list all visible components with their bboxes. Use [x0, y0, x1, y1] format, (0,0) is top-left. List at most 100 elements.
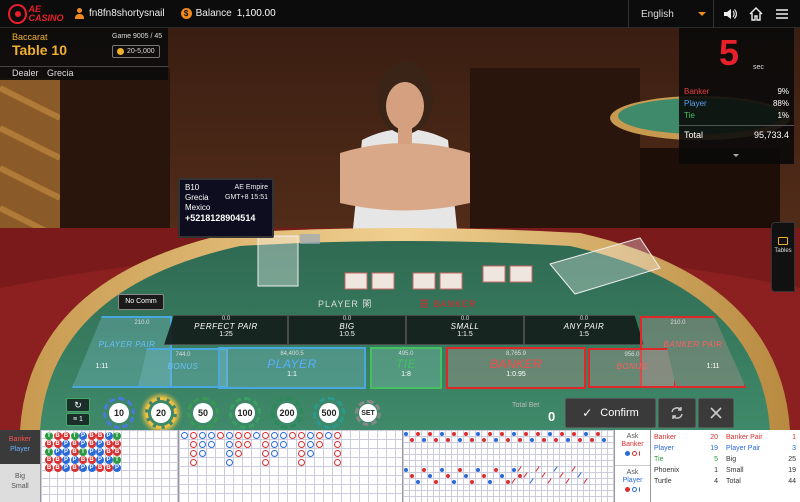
- count-label: Player: [654, 445, 674, 452]
- chip-100[interactable]: 100: [229, 397, 261, 429]
- big-road-player-mark: [199, 450, 206, 457]
- legend-banker: Banker: [8, 436, 32, 443]
- ask-banker-line1: Ask: [626, 433, 639, 440]
- count-label: Big: [726, 456, 737, 463]
- chip-500[interactable]: 500: [313, 397, 345, 429]
- small-road-mark: [530, 438, 534, 442]
- chip-value: 200: [277, 403, 297, 423]
- banker-bonus-bet[interactable]: 956.0 BONUS: [588, 348, 676, 388]
- small-road-mark: [584, 432, 588, 436]
- indicator-slash: [639, 451, 640, 456]
- counts-left: Banker 20 Player 19 Tie 5 Phoenix 1 Turtle 4: [651, 434, 721, 489]
- small-road-mark: [500, 432, 504, 436]
- big-road-banker-mark: [262, 450, 269, 457]
- username: fn8fn8shortysnail: [89, 8, 165, 19]
- player-side-label: PLAYER 閑: [318, 299, 373, 309]
- chip-20[interactable]: 20: [145, 397, 177, 429]
- indicator-ring: [632, 487, 637, 492]
- count-value: 19: [710, 445, 718, 452]
- bead-banker: B: [53, 432, 62, 440]
- small-road-mark: [476, 432, 480, 436]
- perfect-pair-bet[interactable]: 0.0 PERFECT PAIR 1:25: [164, 315, 288, 345]
- close-icon: [710, 407, 722, 419]
- home-icon[interactable]: [748, 6, 764, 22]
- bet-name: PERFECT PAIR: [194, 322, 258, 331]
- logo-mark: [8, 3, 27, 24]
- big-road-player-mark: [253, 432, 260, 439]
- small-road-mark: [404, 432, 408, 436]
- bead-banker: B: [104, 464, 113, 472]
- undo-button[interactable]: ↻: [66, 398, 90, 412]
- count-player: Player 19: [651, 445, 721, 456]
- dollar-coin-icon: $: [180, 8, 192, 19]
- big-road: [178, 430, 402, 502]
- big-road-player-mark: [226, 432, 233, 439]
- big-road-banker-mark: [190, 432, 197, 439]
- small-road-mark: [518, 438, 522, 442]
- big-eye-road-mark: [470, 480, 474, 484]
- expand-stats-icon[interactable]: [733, 154, 739, 157]
- bet-limit-button[interactable]: 20-5,000: [112, 45, 160, 58]
- big-road-banker-mark: [334, 432, 341, 439]
- big-road-banker-mark: [244, 441, 251, 448]
- bet-odds: 1:1: [287, 371, 297, 378]
- small-bet[interactable]: 0.0 SMALL 1:1.5: [406, 315, 524, 345]
- cancel-bet-button[interactable]: [698, 398, 734, 428]
- big-eye-road-mark: [476, 468, 480, 472]
- bet-name: BANKER: [489, 357, 543, 371]
- count-small: Small 19: [723, 467, 799, 478]
- stat-total-value: 95,733.4: [753, 130, 789, 140]
- menu-icon[interactable]: [774, 6, 790, 22]
- confirm-button[interactable]: ✓ Confirm: [565, 398, 656, 428]
- chip-set[interactable]: SET: [355, 400, 381, 426]
- bead-tie: T: [70, 432, 79, 440]
- stat-total: Total 95,733.4: [679, 125, 794, 141]
- ask-player-button[interactable]: Ask Player: [615, 466, 650, 502]
- big-road-player-mark: [280, 441, 287, 448]
- bead-player: P: [79, 464, 87, 472]
- big-eye-road-mark: [506, 480, 510, 484]
- count-label: Banker: [654, 434, 677, 441]
- language-select[interactable]: English: [628, 0, 714, 28]
- cockroach-road-mark: [565, 478, 570, 484]
- chip-200[interactable]: 200: [271, 397, 303, 429]
- bet-name: BIG: [339, 322, 355, 331]
- bet-odds: 1:1.5: [457, 331, 473, 338]
- no-commission-toggle[interactable]: No Comm: [118, 294, 164, 310]
- repeat-bet-button[interactable]: [658, 398, 696, 428]
- small-road-mark: [602, 438, 606, 442]
- player-bonus-bet[interactable]: 744.0 BONUS: [138, 348, 228, 388]
- chip-50[interactable]: 50: [187, 397, 219, 429]
- bead-banker: B: [70, 448, 79, 456]
- bet-stats: Banker 9% Player 88% Tie 1% Total 95,733…: [679, 86, 794, 141]
- bead-banker: B: [70, 464, 79, 472]
- player-bet[interactable]: 84,400.5 PLAYER 1:1: [218, 347, 366, 389]
- small-road-mark: [482, 438, 486, 442]
- big-road-player-mark: [208, 432, 215, 439]
- big-road-player-mark: [280, 432, 287, 439]
- small-road-mark: [506, 438, 510, 442]
- bet-name: TIE: [395, 357, 417, 371]
- banker-bet[interactable]: 8,765.9 BANKER 1:0.95: [446, 347, 586, 389]
- small-road-mark: [542, 438, 546, 442]
- chip-10[interactable]: 10: [103, 397, 135, 429]
- big-eye-road-mark: [458, 468, 462, 472]
- ask-banker-button[interactable]: Ask Banker: [615, 430, 650, 466]
- indicator-dot: [625, 451, 630, 456]
- chip-count-button[interactable]: ≡ 1: [66, 413, 90, 426]
- chip-value: 20: [151, 403, 171, 423]
- roadmap-legend: Banker Player Big Small: [0, 430, 40, 502]
- bead-banker: B: [87, 432, 96, 440]
- tables-side-tab[interactable]: Tables: [771, 222, 795, 292]
- any-pair-bet[interactable]: 0.0 ANY PAIR 1:5: [524, 315, 644, 345]
- bead-player: P: [96, 456, 104, 464]
- chip-value: 100: [235, 403, 255, 423]
- big-bet[interactable]: 0.0 BIG 1:0.5: [288, 315, 406, 345]
- small-road-mark: [536, 432, 540, 436]
- monitor-brand-name: AE Empire: [234, 184, 268, 191]
- tie-bet[interactable]: 495.0 TIE 1:8: [370, 347, 442, 389]
- count-banker: Banker 20: [651, 434, 721, 445]
- big-road-player-mark: [307, 432, 314, 439]
- legend-big-small: Big Small: [0, 464, 40, 502]
- speaker-icon[interactable]: [722, 6, 738, 22]
